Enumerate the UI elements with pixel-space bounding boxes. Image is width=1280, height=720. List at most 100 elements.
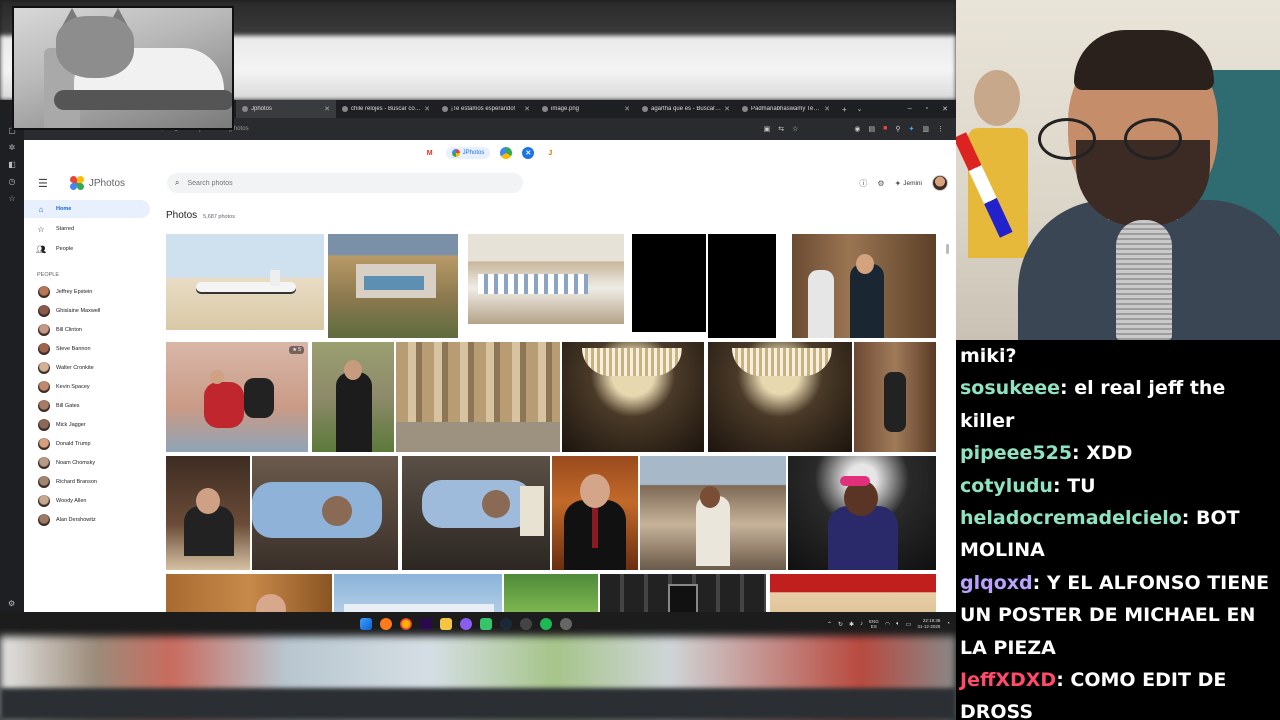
new-tab-button[interactable]: + (842, 105, 847, 114)
premiere-icon[interactable] (420, 618, 432, 630)
close-window-button[interactable]: ✕ (942, 105, 948, 113)
gmail-icon[interactable]: M (424, 147, 436, 159)
chevron-down-icon[interactable]: ⌄ (857, 105, 863, 113)
tab-close-icon[interactable]: ✕ (724, 105, 730, 113)
chat-username[interactable]: sosukeee (960, 377, 1060, 399)
browser-tab[interactable]: image.png ✕ (536, 100, 636, 118)
photo-thumbnail[interactable] (562, 342, 704, 452)
photo-thumbnail[interactable] (640, 456, 786, 570)
photo-thumbnail[interactable] (402, 456, 550, 570)
folder-icon[interactable] (440, 618, 452, 630)
person-item[interactable]: Bill Clinton (24, 320, 154, 339)
chat-username[interactable]: heladocremadelcielo (960, 507, 1182, 529)
sidebar-item-home[interactable]: ⌂ Home (24, 200, 150, 218)
photo-thumbnail[interactable] (788, 456, 936, 570)
search-input[interactable] (187, 179, 488, 187)
user-avatar[interactable] (932, 175, 948, 191)
account-icon[interactable]: ◉ (854, 125, 860, 133)
browser-tab[interactable]: agartha que es - Buscar co ✕ (636, 100, 736, 118)
hamburger-menu-icon[interactable]: ☰ (38, 177, 48, 190)
photo-thumbnail[interactable] (334, 574, 502, 612)
extension-red-icon[interactable]: ■ (883, 125, 887, 133)
photo-thumbnail[interactable] (504, 574, 598, 612)
photo-thumbnail[interactable] (770, 574, 936, 612)
photo-thumbnail[interactable] (252, 456, 398, 570)
tab-close-icon[interactable]: ✕ (324, 105, 330, 113)
person-item[interactable]: Jeffrey Epstein (24, 282, 154, 301)
obs-icon[interactable] (520, 618, 532, 630)
help-icon[interactable]: ⓘ (859, 178, 867, 189)
rail-bookmarks-icon[interactable]: ☆ (0, 194, 24, 203)
browser-tab[interactable]: chile relojes - Buscar con G ✕ (336, 100, 436, 118)
steam-icon[interactable] (500, 618, 512, 630)
menu-dots-icon[interactable]: ⋮ (937, 125, 944, 133)
photo-thumbnail[interactable] (166, 234, 324, 330)
rail-wallet-icon[interactable]: ◧ (0, 160, 24, 169)
person-item[interactable]: Noam Chomsky (24, 453, 154, 472)
photo-thumbnail[interactable] (792, 234, 936, 338)
person-item[interactable]: Alan Dershowitz (24, 510, 154, 529)
volume-icon[interactable]: 🔈︎ (896, 621, 900, 628)
tray-chevron-icon[interactable]: ⌃ (827, 621, 832, 628)
jemini-button[interactable]: ✦ Jemini (895, 179, 923, 188)
browser-tab[interactable]: Jphotos ✕ (236, 100, 336, 118)
photo-thumbnail[interactable] (854, 342, 936, 452)
chat-username[interactable]: glqoxd (960, 572, 1033, 594)
chat-username[interactable]: pipeee525 (960, 442, 1072, 464)
person-item[interactable]: Bill Gates (24, 396, 154, 415)
wifi-icon[interactable]: ◠ (885, 621, 890, 628)
rail-ai-icon[interactable]: ✲ (0, 143, 24, 152)
tray-mic-icon[interactable]: ♪ (860, 621, 863, 627)
photo-thumbnail[interactable] (396, 342, 560, 452)
drive-icon[interactable] (500, 147, 513, 159)
tray-bluetooth-icon[interactable]: ✱ (849, 621, 854, 628)
app-purple-icon[interactable] (460, 618, 472, 630)
extension-icon[interactable]: ▤ (869, 125, 876, 133)
tab-close-icon[interactable]: ✕ (624, 105, 630, 113)
bookmark-star-icon[interactable]: ☆ (792, 125, 798, 133)
photo-thumbnail[interactable] (166, 456, 250, 570)
photo-thumbnail[interactable] (600, 574, 766, 612)
person-item[interactable]: Ghislaine Maxwell (24, 301, 154, 320)
tab-close-icon[interactable]: ✕ (524, 105, 530, 113)
search-bar[interactable]: ⌕ (167, 173, 524, 193)
photo-thumbnail[interactable] (552, 456, 638, 570)
photo-thumbnail[interactable] (312, 342, 394, 452)
windows-start-icon[interactable] (360, 618, 372, 630)
app-green-icon[interactable] (480, 618, 492, 630)
chat-username[interactable]: JeffXDXD (960, 669, 1056, 691)
grid-scrollbar[interactable] (946, 244, 949, 254)
tray-sync-icon[interactable]: ↻ (838, 621, 843, 628)
app-logo[interactable]: JPhotos (69, 176, 125, 190)
sidebar-toggle-icon[interactable]: ▥ (922, 125, 929, 133)
photo-thumbnail[interactable] (708, 342, 852, 452)
battery-icon[interactable]: ▭ (906, 621, 912, 628)
jphotos-quicklink[interactable]: JPhotos (445, 147, 491, 159)
translate-icon[interactable]: ⇆ (778, 125, 784, 133)
extension-pin-icon[interactable]: ⚲ (895, 125, 900, 133)
person-item[interactable]: Kevin Spacey (24, 377, 154, 396)
chat-username[interactable]: cotyludu (960, 475, 1053, 497)
search-taskbar-icon[interactable] (380, 618, 392, 630)
firefox-icon[interactable] (400, 618, 412, 630)
photo-thumbnail[interactable] (632, 234, 706, 332)
person-item[interactable]: Woody Allen (24, 491, 154, 510)
app-gray-icon[interactable] (560, 618, 572, 630)
person-item[interactable]: Richard Branson (24, 472, 154, 491)
person-item[interactable]: Donald Trump (24, 434, 154, 453)
person-item[interactable]: Walter Cronkite (24, 358, 154, 377)
chat-icon[interactable]: ✕ (522, 147, 535, 159)
sidebar-item-starred[interactable]: ☆ Starred (24, 220, 150, 238)
photo-thumbnail[interactable] (166, 574, 332, 612)
photo-thumbnail[interactable] (328, 234, 458, 338)
rail-history-icon[interactable]: ◷ (0, 177, 24, 186)
j-app-icon[interactable]: J (544, 147, 556, 159)
sidebar-item-people[interactable]: 👥︎ People (24, 240, 150, 258)
rail-settings-icon[interactable]: ⚙ (8, 599, 15, 608)
person-item[interactable]: Steve Bannon (24, 339, 154, 358)
photo-thumbnail[interactable]: ★ 5 (166, 342, 308, 452)
minimize-button[interactable]: – (908, 105, 912, 113)
tab-close-icon[interactable]: ✕ (824, 105, 830, 113)
browser-tab[interactable]: ¡Te estamos esperando! ✕ (436, 100, 536, 118)
gear-icon[interactable]: ⚙ (877, 179, 884, 188)
